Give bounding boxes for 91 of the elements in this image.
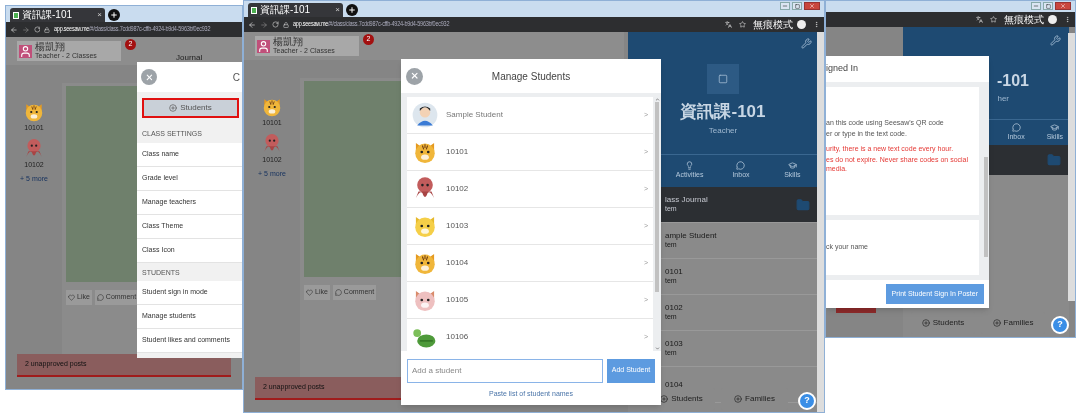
journal-title: Journal	[176, 52, 203, 64]
heart-icon	[306, 288, 313, 296]
scrollbar[interactable]	[1068, 33, 1075, 301]
lightbulb-icon	[685, 161, 695, 171]
reload-icon[interactable]	[33, 26, 41, 33]
speech-bubble-icon	[334, 288, 342, 296]
translate-icon[interactable]	[725, 21, 732, 28]
plus-circle-icon	[169, 104, 178, 112]
close-icon	[409, 71, 420, 81]
minimize-button[interactable]	[1031, 2, 1041, 10]
graduation-cap-icon	[787, 161, 797, 171]
row-title: 0102	[665, 303, 683, 314]
tiger-icon	[261, 96, 283, 118]
close-icon	[809, 3, 815, 9]
plus-icon	[110, 11, 118, 19]
bookmark-star-icon[interactable]	[990, 16, 997, 23]
teacher-avatar-icon	[257, 39, 270, 53]
profile-avatar-icon[interactable]	[797, 20, 806, 29]
minimize-button[interactable]	[780, 2, 790, 10]
scrollbar[interactable]	[653, 97, 661, 351]
help-button[interactable]: ?	[1051, 316, 1069, 334]
reload-icon[interactable]	[272, 21, 279, 28]
forward-icon[interactable]	[21, 25, 30, 34]
wrench-icon[interactable]	[1050, 35, 1061, 46]
plus-circle-icon	[660, 395, 669, 403]
incognito-label[interactable]: 無痕模式	[1004, 14, 1044, 25]
class-title: 資訊課-101	[680, 101, 766, 123]
dialog-title: igned In	[826, 62, 859, 76]
speech-bubble-icon	[1011, 122, 1021, 132]
back-icon[interactable]	[10, 25, 18, 34]
lock-icon	[44, 26, 51, 33]
add-student-field[interactable]: Add a student	[407, 358, 603, 383]
teacher-name: 楊凱翔	[273, 36, 304, 47]
back-icon[interactable]	[248, 20, 256, 29]
favicon-icon	[13, 11, 19, 19]
lock-icon	[283, 21, 289, 28]
browser-tab[interactable]: 資訊課-101 ×	[248, 3, 343, 17]
favicon-icon	[251, 6, 257, 14]
row-title: lass Journal	[665, 195, 708, 206]
close-button[interactable]	[804, 2, 820, 10]
plus-circle-icon	[992, 319, 1001, 327]
scroll-up-icon[interactable]	[654, 97, 660, 102]
maximize-icon	[1045, 3, 1051, 9]
row-title: ample Student	[665, 231, 717, 242]
speech-bubble-icon	[96, 293, 104, 301]
scroll-down-icon[interactable]	[654, 345, 660, 351]
wrench-icon[interactable]	[801, 38, 812, 49]
square-icon	[718, 74, 728, 84]
help-button[interactable]: ?	[798, 392, 816, 410]
tab-title: 資訊課-101	[260, 5, 310, 15]
heart-icon	[68, 293, 75, 301]
close-button[interactable]	[141, 69, 157, 85]
bookmark-star-icon[interactable]	[739, 21, 746, 28]
minimize-icon	[1033, 3, 1039, 9]
new-tab-button[interactable]	[346, 4, 358, 16]
profile-avatar-icon[interactable]	[1048, 15, 1057, 24]
tab-close-button[interactable]: ×	[335, 6, 340, 14]
forward-icon[interactable]	[260, 20, 268, 29]
plus-icon	[348, 6, 356, 14]
scrollbar[interactable]	[817, 32, 824, 412]
class-role: Teacher	[708, 124, 738, 137]
row-title: 0104	[665, 379, 683, 390]
tab-close-button[interactable]: ×	[97, 11, 102, 19]
tab-title: 資訊課-101	[22, 10, 72, 20]
maximize-icon	[794, 3, 800, 9]
speech-bubble-icon	[736, 161, 746, 171]
close-button[interactable]	[406, 67, 423, 85]
close-button[interactable]	[1055, 2, 1071, 10]
maximize-button[interactable]	[792, 2, 802, 10]
add-students-button[interactable]: Students	[142, 98, 239, 118]
panel-title: C	[232, 70, 240, 85]
minimize-icon	[782, 3, 788, 9]
browser-tab[interactable]: 資訊課-101 ×	[10, 8, 105, 22]
plus-circle-icon	[921, 319, 930, 327]
teacher-name: 楊凱翔	[35, 41, 66, 52]
class-role: her	[997, 93, 1009, 105]
plus-circle-icon	[734, 395, 743, 403]
new-tab-button[interactable]	[108, 9, 120, 21]
row-title: 0103	[665, 339, 683, 350]
maximize-button[interactable]	[1043, 2, 1053, 10]
row-title: 0101	[665, 267, 683, 278]
class-title: -101	[996, 71, 1029, 91]
incognito-label[interactable]: 無痕模式	[753, 19, 793, 30]
graduation-cap-icon	[1050, 122, 1060, 132]
close-icon	[144, 72, 154, 82]
tiger-icon	[23, 101, 45, 123]
close-icon	[1060, 3, 1066, 9]
student-avatar-icon	[412, 102, 438, 128]
dialog-title: Manage Students	[490, 69, 572, 84]
translate-icon[interactable]	[976, 16, 983, 23]
teacher-avatar-icon	[19, 44, 32, 58]
